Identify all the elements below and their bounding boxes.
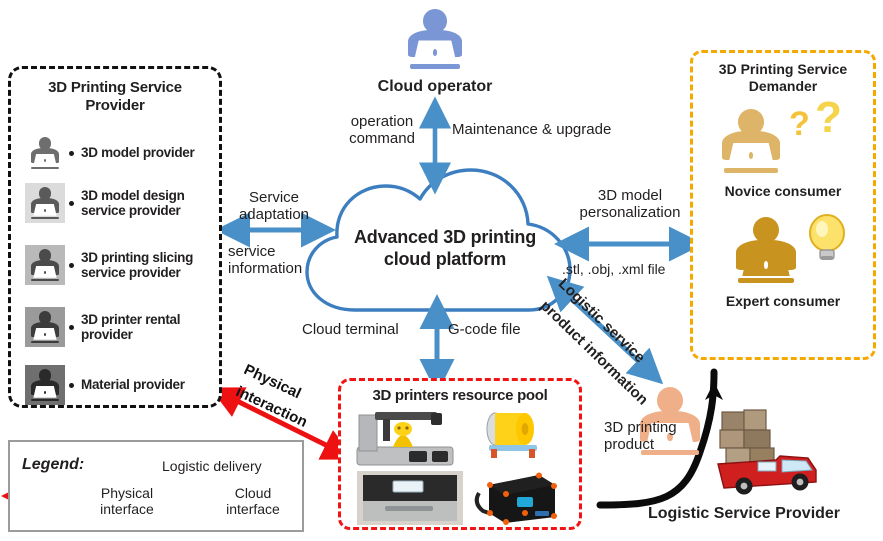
enclosed-3d-printer-photo <box>355 469 465 527</box>
legend-cloud-line1: Cloud <box>234 485 272 501</box>
cloud-line1: Advanced 3D printing <box>353 227 537 247</box>
printing-product-line2: product <box>604 435 655 453</box>
demander-title-line1: 3D Printing Service <box>718 61 848 77</box>
label-operation-command: operation command <box>336 113 428 148</box>
legend-physical-line2: interface <box>100 500 154 517</box>
operation-command-line2: command <box>349 129 415 147</box>
provider-item-0[interactable]: 3D model provider <box>25 133 221 173</box>
service-adaptation-line1: Service <box>248 189 300 206</box>
provider-item-4[interactable]: Material provider <box>25 365 221 405</box>
person-laptop-icon <box>25 245 65 285</box>
legend-cloud-interface-label: Cloud interface <box>218 485 288 517</box>
legend-box: Legend: Logistic delivery Physical inter… <box>8 440 304 532</box>
person-laptop-icon <box>25 133 65 173</box>
delivery-truck-icon <box>712 400 842 500</box>
legend-logistic-delivery-label: Logistic delivery <box>162 458 262 474</box>
desktop-3d-printer-photo <box>353 407 465 469</box>
model-personalization-line1: 3D model <box>597 187 663 204</box>
operation-command-line1: operation <box>350 113 414 130</box>
printers-resource-pool: 3D printers resource pool <box>338 378 582 530</box>
demander-panel: 3D Printing Service Demander ? ? Novice … <box>690 50 876 360</box>
demander-panel-title: 3D Printing Service Demander <box>693 61 873 95</box>
service-information-line2: information <box>228 259 303 277</box>
cloud-operator-label: Cloud operator <box>377 78 493 95</box>
filament-spool-photo <box>479 407 547 465</box>
printers-pool-title: 3D printers resource pool <box>372 387 548 404</box>
label-gcode-file: G-code file <box>448 321 521 338</box>
dark-3d-printer-photo <box>473 469 559 527</box>
provider-item-3[interactable]: 3D printer rental provider <box>25 307 221 347</box>
logistic-provider-label: Logistic Service Provider <box>647 505 841 522</box>
label-service-information: service information <box>228 243 334 278</box>
person-laptop-icon <box>25 183 65 223</box>
bullet-dot <box>69 150 74 156</box>
label-maintenance-upgrade: Maintenance & upgrade <box>452 121 612 138</box>
legend-physical-line1: Physical <box>100 485 154 501</box>
person-laptop-icon <box>25 307 65 347</box>
question-mark-icon-small: ? <box>789 105 810 143</box>
bullet-dot <box>69 200 74 206</box>
legend-title: Legend: <box>22 456 85 473</box>
expert-consumer-icon <box>725 209 807 291</box>
bullet-dot <box>69 382 74 388</box>
provider-item-label: Material provider <box>81 377 185 393</box>
expert-consumer-label: Expert consumer <box>725 293 841 309</box>
provider-title-line2: Provider <box>85 97 145 114</box>
lightbulb-icon <box>805 211 849 267</box>
provider-item-2[interactable]: 3D printing slicing service provider <box>25 245 221 285</box>
provider-item-label: 3D printer rental provider <box>81 311 181 342</box>
provider-panel: 3D Printing Service Provider 3D model pr… <box>8 66 222 408</box>
label-model-personalization: 3D model personalization <box>566 187 694 222</box>
cloud-platform-label: Advanced 3D printing cloud platform <box>300 227 590 270</box>
label-file-types: .stl, .obj, .xml file <box>562 261 666 277</box>
novice-consumer-label: Novice consumer <box>724 183 842 199</box>
provider-title-line1: 3D Printing Service <box>48 79 182 96</box>
bullet-dot <box>69 262 74 268</box>
printing-product-line1: 3D printing <box>604 419 677 436</box>
label-cloud-terminal: Cloud terminal <box>302 321 399 338</box>
question-mark-icon-large: ? <box>815 93 842 142</box>
provider-item-label: 3D model provider <box>81 145 195 161</box>
demander-title-line2: Demander <box>748 77 818 94</box>
cloud-operator-icon <box>398 2 472 76</box>
person-laptop-icon <box>25 365 65 405</box>
provider-item-label: 3D model design service provider <box>81 187 185 218</box>
novice-consumer-icon <box>711 101 791 181</box>
provider-item-1[interactable]: 3D model design service provider <box>25 183 221 223</box>
provider-panel-title: 3D Printing Service Provider <box>11 79 219 115</box>
label-service-adaptation: Service adaptation <box>222 189 326 224</box>
provider-item-label: 3D printing slicing service provider <box>81 249 194 280</box>
service-adaptation-line2: adaptation <box>238 205 310 223</box>
cloud-line2: cloud platform <box>383 248 507 269</box>
model-personalization-line2: personalization <box>579 203 681 221</box>
bullet-dot <box>69 324 74 330</box>
label-3d-printing-product: 3D printing product <box>604 419 702 454</box>
service-information-line1: service <box>228 243 276 260</box>
legend-cloud-line2: interface <box>226 500 280 517</box>
legend-physical-interface-label: Physical interface <box>88 485 166 517</box>
